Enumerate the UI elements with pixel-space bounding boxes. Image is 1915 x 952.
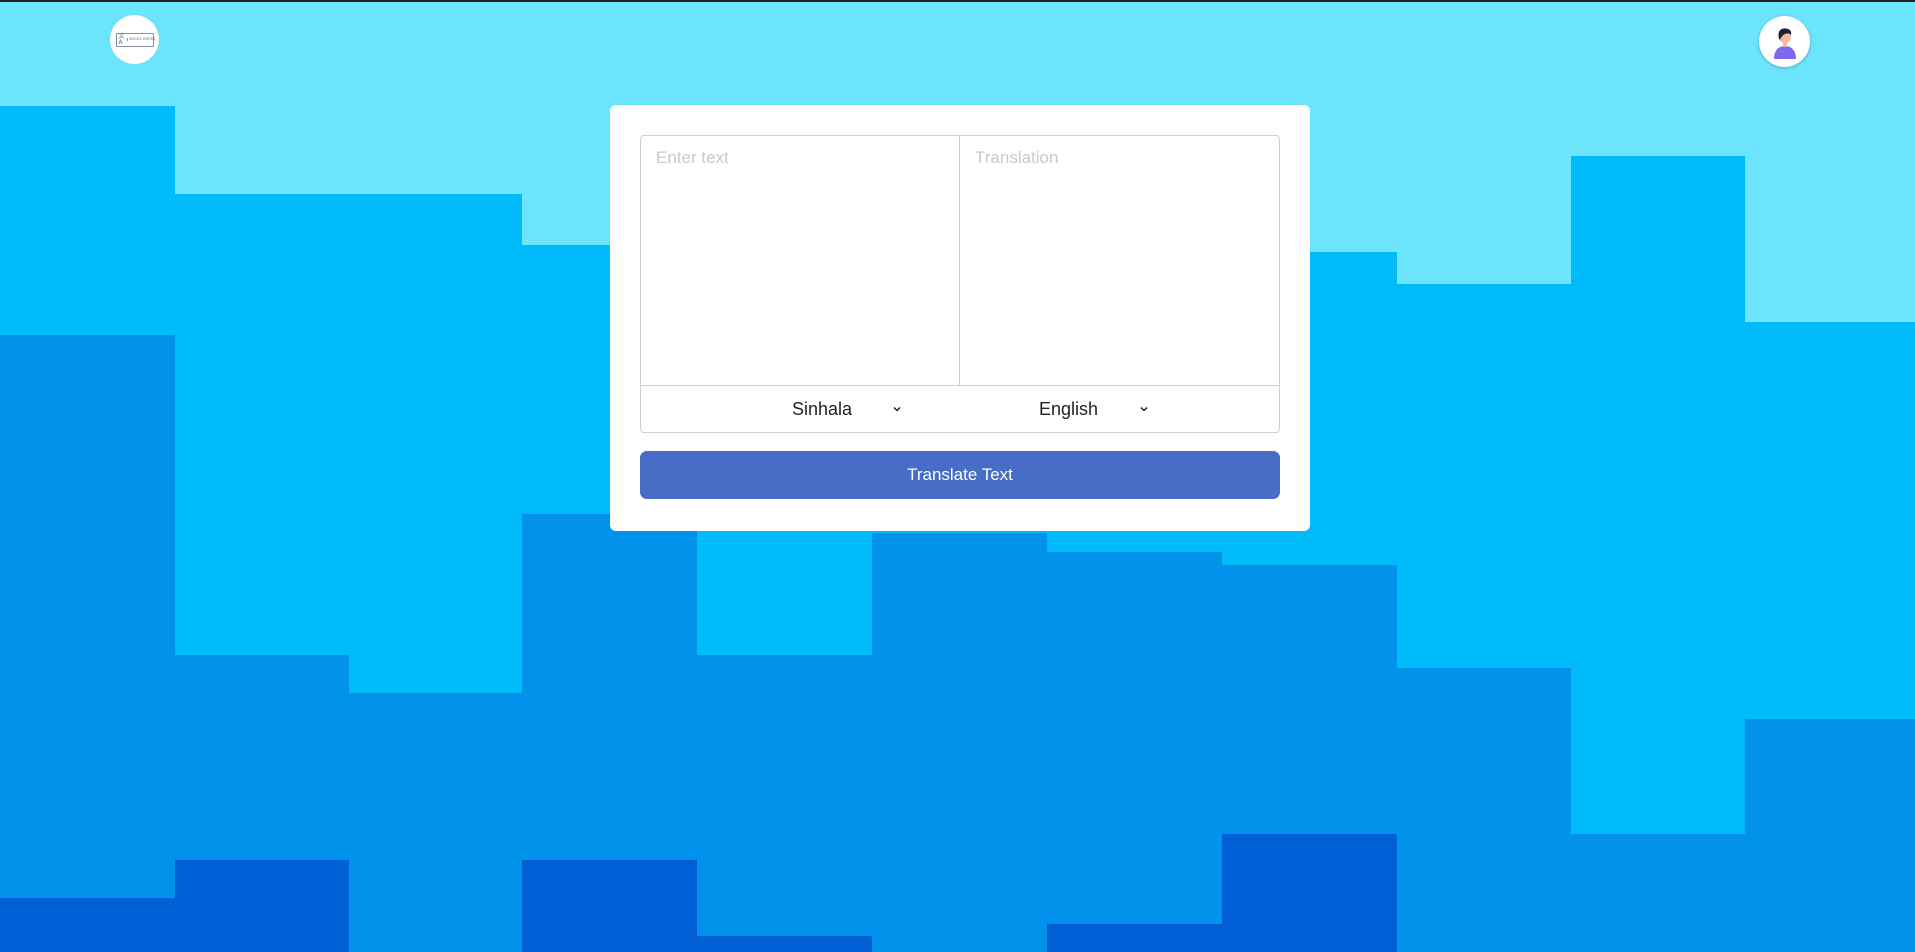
logo-wordmark: BOGGS WORDS [126, 37, 156, 42]
source-language-cell: Sinhala [641, 386, 960, 432]
cyan-step [1571, 156, 1745, 266]
logo-glyph: 文A [118, 32, 125, 46]
chevron-down-icon [1140, 406, 1148, 412]
translation-output[interactable] [960, 136, 1279, 385]
user-avatar-icon [1773, 27, 1796, 59]
chevron-down-icon [893, 406, 901, 412]
target-language-cell: English [960, 386, 1279, 432]
translation-panel: Sinhala English [640, 135, 1280, 433]
app-logo[interactable]: 文A BOGGS WORDS [110, 15, 159, 64]
source-text-input[interactable] [641, 136, 960, 385]
text-areas-row [641, 136, 1279, 386]
translator-card: Sinhala English Translate Text [610, 105, 1310, 531]
translate-button[interactable]: Translate Text [640, 451, 1280, 499]
language-selectors: Sinhala English [641, 386, 1279, 432]
target-language-select[interactable]: English [1039, 399, 1149, 420]
source-language-select[interactable]: Sinhala [792, 399, 902, 420]
translate-logo-icon: 文A BOGGS WORDS [115, 32, 156, 47]
target-language-label: English [1039, 398, 1099, 419]
source-language-label: Sinhala [792, 398, 853, 419]
app-screen: 文A BOGGS WORDS Sinhala [0, 0, 1915, 952]
user-avatar[interactable] [1759, 16, 1810, 67]
